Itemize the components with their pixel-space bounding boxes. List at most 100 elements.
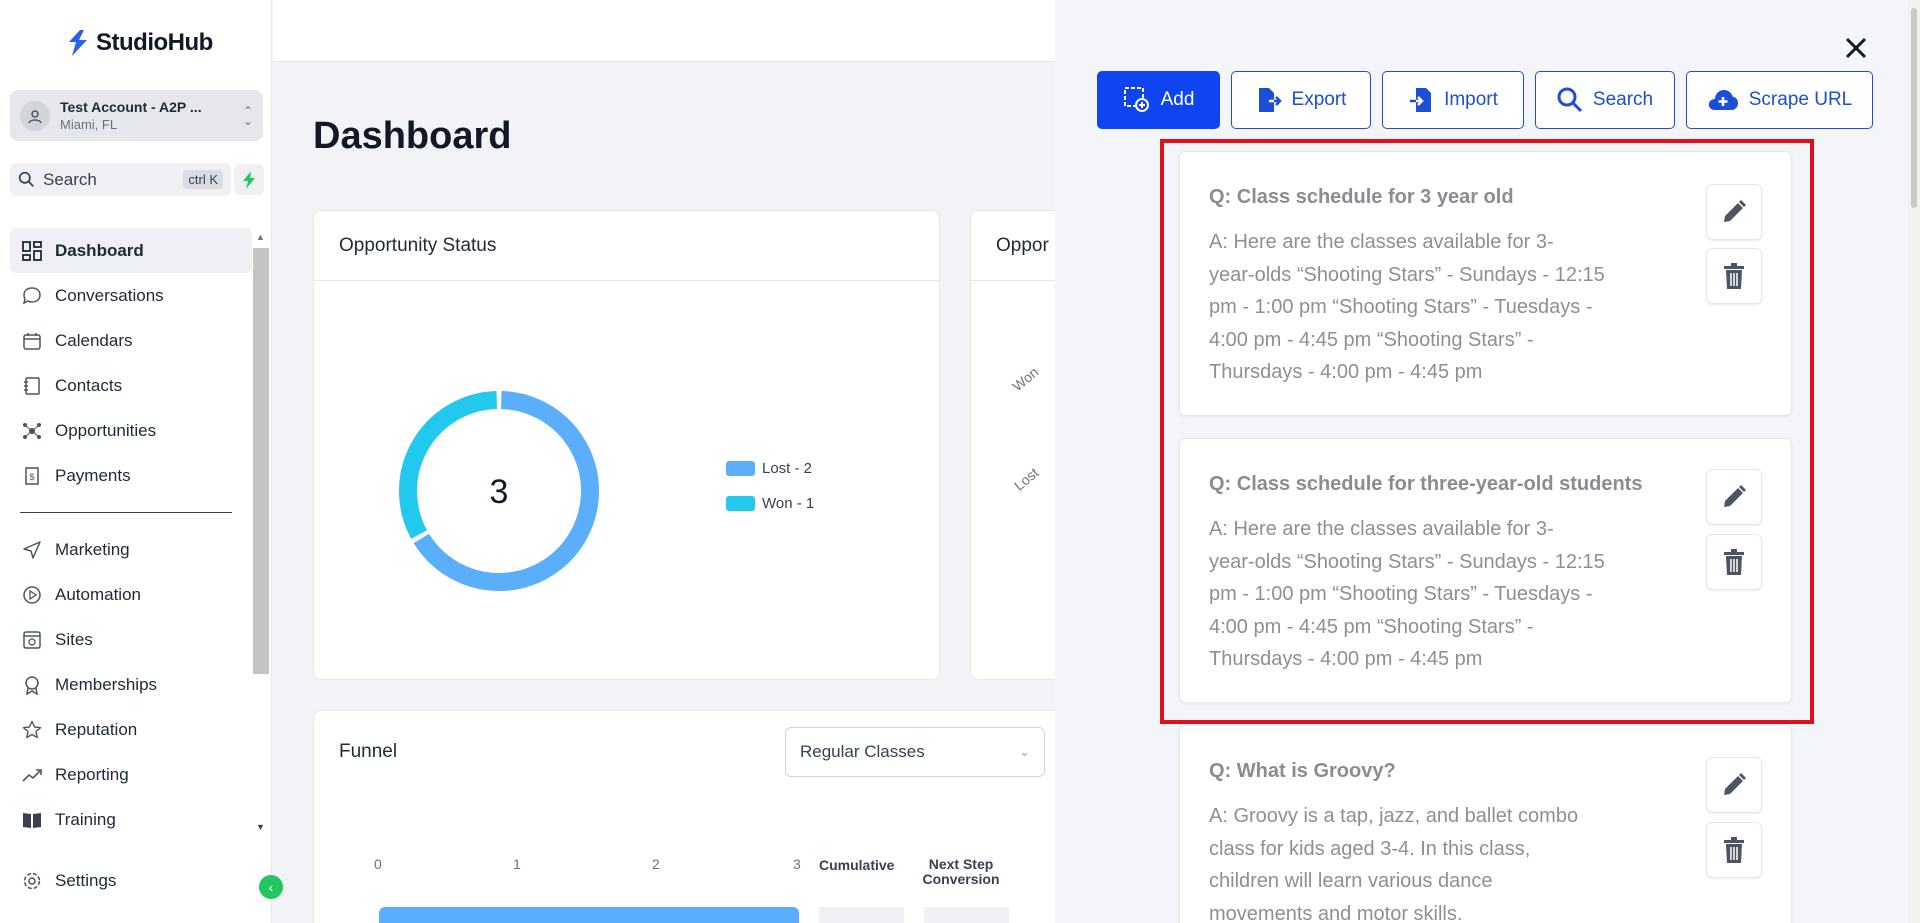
nav-item-memberships[interactable]: Memberships <box>10 662 252 707</box>
conversion-label: Conversion <box>922 871 1000 887</box>
edit-button[interactable] <box>1706 184 1762 240</box>
nav-item-settings[interactable]: Settings <box>21 870 116 892</box>
funnel-tick: 2 <box>652 856 660 872</box>
conversion-cell <box>924 907 1009 923</box>
faq-card: Q: Class schedule for three-year-old stu… <box>1179 438 1792 703</box>
faq-answer-line: pm - 1:00 pm “Shooting Stars” - Tuesdays… <box>1209 583 1593 605</box>
search-icon <box>1557 87 1582 113</box>
cloud-upload-icon <box>1708 90 1738 110</box>
faq-answer: A: Groovy is a tap, jazz, and ballet com… <box>1209 800 1649 923</box>
export-button[interactable]: Export <box>1231 71 1371 129</box>
grid-icon <box>21 240 43 262</box>
account-location: Miami, FL <box>60 117 118 132</box>
calendar-icon <box>21 330 43 352</box>
chat-bubble-icon <box>21 285 43 307</box>
chevron-down-icon: ⌄ <box>1019 744 1030 759</box>
faq-answer-line: pm - 1:00 pm “Shooting Stars” - Tuesdays… <box>1209 296 1593 318</box>
faq-answer-line: year-olds “Shooting Stars” - Sundays - 1… <box>1209 263 1605 286</box>
nav-label: Opportunities <box>55 420 157 440</box>
donut-slice-won[interactable] <box>399 391 498 539</box>
faq-answer-line: class for kids aged 3-4. In this class, <box>1209 837 1531 860</box>
faq-question: Q: Class schedule for three-year-old stu… <box>1209 473 1643 495</box>
nav-label: Payments <box>55 465 131 485</box>
delete-button[interactable] <box>1706 822 1762 878</box>
nav-label: Reputation <box>55 719 138 739</box>
drawer-scrollbar[interactable] <box>1908 0 1920 923</box>
pencil-icon <box>1724 200 1746 222</box>
funnel-title: Funnel <box>339 741 398 762</box>
scrape-url-button[interactable]: Scrape URL <box>1686 71 1873 129</box>
faq-question: Q: What is Groovy? <box>1209 760 1396 782</box>
export-icon <box>1258 88 1282 112</box>
import-button[interactable]: Import <box>1382 71 1524 129</box>
user-icon <box>28 109 42 123</box>
search-label: Search <box>1592 89 1654 110</box>
funnel-tick: 1 <box>513 856 521 872</box>
sidebar: StudioHub Test Account - A2P ... Miami, … <box>0 0 272 923</box>
scroll-up-icon[interactable]: ▲ <box>256 232 265 242</box>
pipeline-select[interactable]: Regular Classes ⌄ <box>785 727 1045 777</box>
rotated-label-lost: Lost <box>1010 464 1042 494</box>
opportunity-status-card: Opportunity Status 3 Lost - 2 Won - 1 <box>313 210 940 680</box>
scroll-down-icon[interactable]: ▼ <box>256 822 265 832</box>
add-button[interactable]: Add <box>1097 71 1220 129</box>
card-header: Opportunity Status <box>314 211 939 281</box>
edit-button[interactable] <box>1706 469 1762 525</box>
brand-logo[interactable]: StudioHub <box>66 28 213 58</box>
pencil-icon <box>1724 773 1746 795</box>
nav-item-calendars[interactable]: Calendars <box>10 318 252 363</box>
star-icon <box>21 719 43 741</box>
collapse-sidebar-button[interactable]: ‹ <box>259 875 283 899</box>
drawer-scroll-thumb[interactable] <box>1911 8 1917 208</box>
account-avatar <box>20 100 50 131</box>
account-switcher[interactable]: Test Account - A2P ... Miami, FL ⌃ ⌄ <box>10 90 263 141</box>
nav-item-reporting[interactable]: Reporting <box>10 752 252 797</box>
delete-button[interactable] <box>1706 534 1762 590</box>
nav-label: Dashboard <box>55 240 144 260</box>
add-label: Add <box>1160 89 1195 110</box>
award-icon <box>21 674 43 696</box>
search-button[interactable]: Search <box>1535 71 1675 129</box>
faq-answer: A: Here are the classes available for 3-… <box>1209 226 1649 389</box>
nav-item-payments[interactable]: $ Payments <box>10 453 252 498</box>
nav-label: Calendars <box>55 330 133 350</box>
nav-item-automation[interactable]: Automation <box>10 572 252 617</box>
nav-item-training[interactable]: Training <box>10 797 252 842</box>
legend-item-won[interactable]: Won - 1 <box>726 486 814 521</box>
nav-item-marketing[interactable]: Marketing <box>10 527 252 572</box>
faq-answer-line: 4:00 pm - 4:45 pm “Shooting Stars” - <box>1209 615 1534 638</box>
sidebar-scrollbar[interactable]: ▲ ▼ <box>253 232 269 832</box>
sidebar-scroll-thumb[interactable] <box>253 248 269 674</box>
rotated-label-won: Won <box>1009 363 1042 395</box>
quick-action-button[interactable] <box>234 164 264 195</box>
page-title: Dashboard <box>313 115 512 157</box>
nav-item-opportunities[interactable]: Opportunities <box>10 408 252 453</box>
nav-item-conversations[interactable]: Conversations <box>10 273 252 318</box>
funnel-tick: 3 <box>793 856 801 872</box>
settings-label: Settings <box>55 871 117 890</box>
lightning-icon <box>243 170 255 189</box>
chevron-left-icon: ‹ <box>268 879 274 895</box>
card-title: Opportunity Status <box>339 235 497 256</box>
web-icon <box>21 629 43 651</box>
search-label: Search <box>43 169 97 189</box>
close-drawer-button[interactable] <box>1842 34 1870 62</box>
delete-button[interactable] <box>1706 248 1762 304</box>
faq-answer-line: year-olds “Shooting Stars” - Sundays - 1… <box>1209 550 1605 573</box>
trash-icon <box>1724 549 1744 575</box>
search-icon <box>18 171 34 187</box>
search-shortcut: ctrl K <box>183 170 223 189</box>
edit-button[interactable] <box>1706 757 1762 813</box>
legend-swatch-won <box>726 496 755 511</box>
import-icon <box>1410 88 1432 112</box>
nav-item-contacts[interactable]: Contacts <box>10 363 252 408</box>
funnel-tick: 0 <box>374 856 382 872</box>
search-trigger[interactable]: Search ctrl K <box>10 163 231 196</box>
legend-item-lost[interactable]: Lost - 2 <box>726 451 814 486</box>
nav-item-reputation[interactable]: Reputation <box>10 707 252 752</box>
scrape-url-label: Scrape URL <box>1748 89 1853 110</box>
logo-icon <box>69 30 87 56</box>
nav-item-dashboard[interactable]: Dashboard <box>10 228 252 273</box>
nav-item-sites[interactable]: Sites <box>10 617 252 662</box>
main-nav: Dashboard Conversations Calendars Contac… <box>10 228 252 842</box>
